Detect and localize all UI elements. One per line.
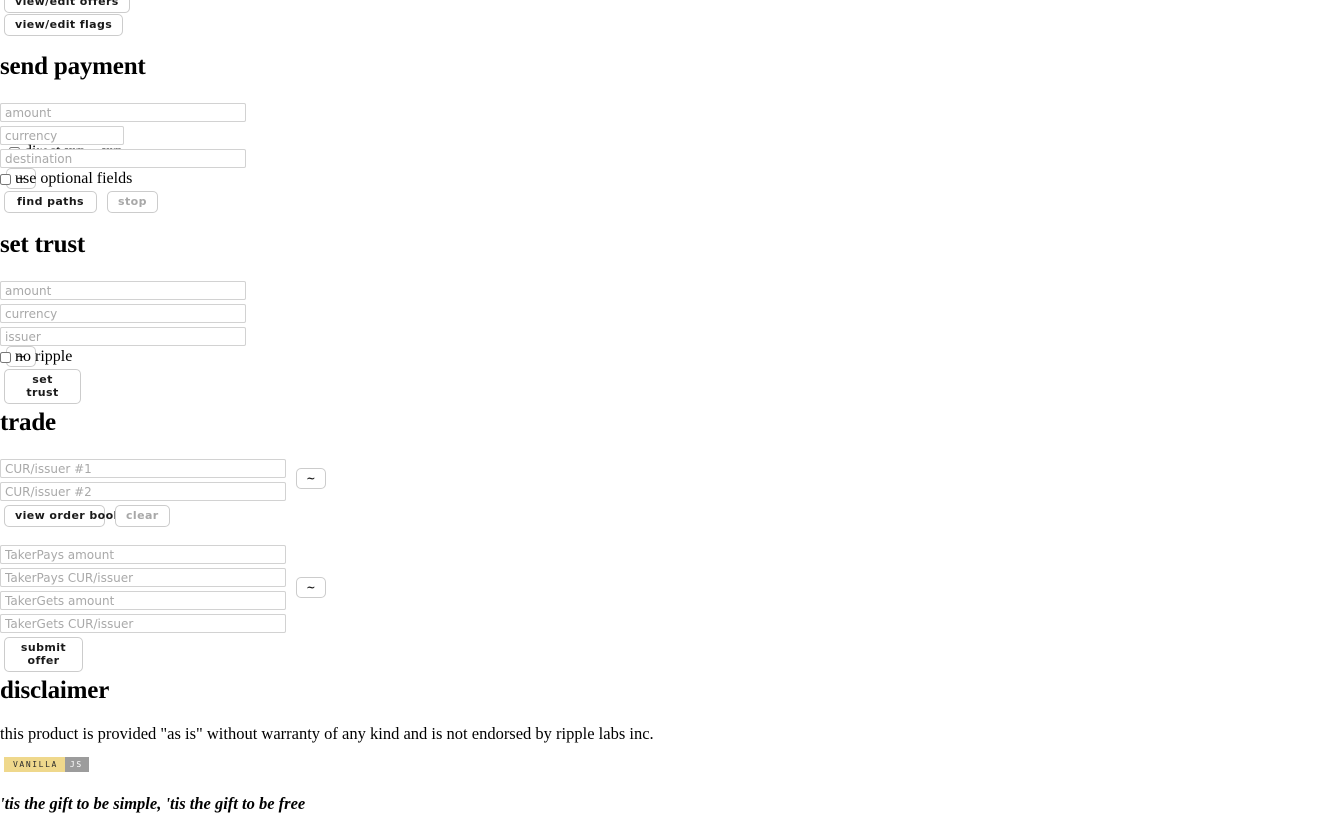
send-destination-input[interactable]	[0, 149, 246, 168]
set-trust-button[interactable]: set trust	[4, 369, 81, 404]
takerpays-amount-input[interactable]	[0, 545, 286, 564]
use-optional-fields-checkbox[interactable]	[0, 174, 11, 185]
submit-offer-button[interactable]: submit offer	[4, 637, 83, 672]
vanilla-js-badge: VANILLA JS	[4, 757, 89, 772]
trade-book-rows: ~	[0, 459, 326, 501]
trade-book-tilde-button[interactable]: ~	[296, 468, 326, 489]
use-optional-fields-label: use optional fields	[15, 170, 133, 187]
offer-currency-inputs	[0, 568, 286, 633]
no-ripple-group: no ripple	[0, 348, 73, 365]
find-paths-button[interactable]: find paths	[4, 191, 97, 213]
offer-tilde-button[interactable]: ~	[296, 577, 326, 598]
trade-book-actions: view order book clear	[4, 505, 170, 527]
trade-heading: trade	[0, 409, 56, 436]
vanilla-js-badge-right: JS	[64, 757, 89, 772]
top-button-bar: view/edit offers	[4, 0, 130, 13]
send-amount-input[interactable]	[0, 103, 246, 122]
set-trust-actions: set trust	[4, 369, 81, 404]
trust-issuer-input[interactable]	[0, 327, 246, 346]
cur-issuer-2-input[interactable]	[0, 482, 286, 501]
send-payment-amount-row	[0, 103, 246, 122]
disclaimer-text: this product is provided "as is" without…	[0, 724, 654, 743]
view-edit-offers-button[interactable]: view/edit offers	[4, 0, 130, 13]
view-edit-flags-button[interactable]: view/edit flags	[4, 14, 124, 36]
use-optional-fields-group: use optional fields	[0, 170, 133, 187]
set-trust-amount-row	[0, 281, 246, 300]
takerpays-amount-row	[0, 545, 286, 564]
motto-text: 'tis the gift to be simple, 'tis the gif…	[0, 794, 306, 813]
send-payment-heading: send payment	[0, 53, 146, 80]
takergets-amount-input[interactable]	[0, 591, 286, 610]
takergets-cur-input[interactable]	[0, 614, 286, 633]
vanilla-js-badge-left: VANILLA	[4, 757, 65, 772]
top-button-bar-2: view/edit flags	[4, 14, 124, 36]
view-order-book-button[interactable]: view order book	[4, 505, 121, 527]
trade-offer-actions: submit offer	[4, 637, 83, 672]
stop-button[interactable]: stop	[107, 191, 158, 213]
send-payment-actions: find paths stop	[4, 191, 158, 213]
no-ripple-label: no ripple	[15, 348, 73, 365]
trust-currency-input[interactable]	[0, 304, 246, 323]
trust-amount-input[interactable]	[0, 281, 246, 300]
takerpays-cur-input[interactable]	[0, 568, 286, 587]
trade-book-inputs	[0, 459, 286, 501]
cur-issuer-1-input[interactable]	[0, 459, 286, 478]
set-trust-currency-row	[0, 304, 246, 323]
takerpays-takergets-rows: ~	[0, 568, 326, 633]
clear-button[interactable]: clear	[115, 505, 170, 527]
no-ripple-checkbox[interactable]	[0, 352, 11, 363]
set-trust-heading: set trust	[0, 231, 85, 258]
disclaimer-heading: disclaimer	[0, 677, 110, 704]
